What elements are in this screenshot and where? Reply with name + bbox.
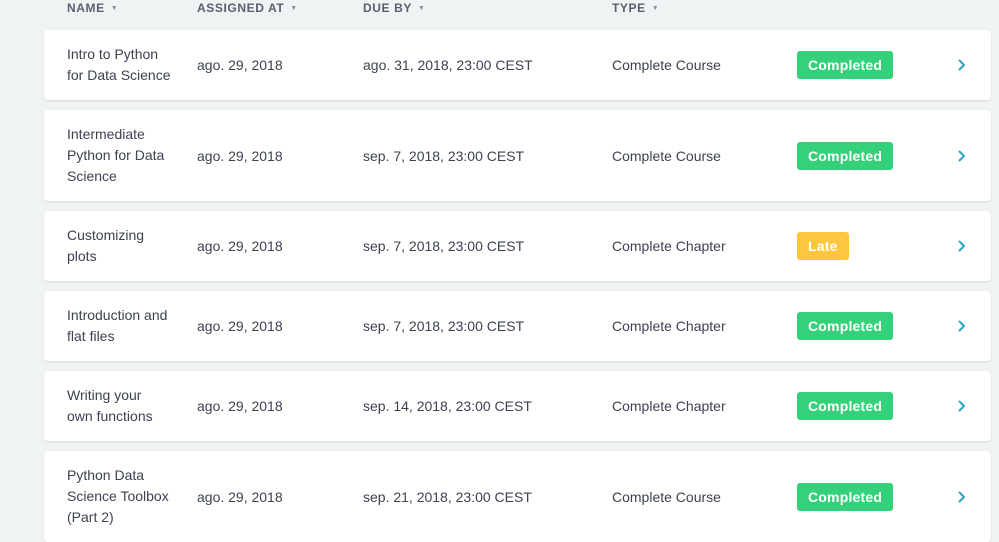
status-cell: Completed bbox=[797, 371, 894, 441]
chevron-right-icon[interactable] bbox=[954, 110, 970, 201]
assignment-name-line: Python Data bbox=[67, 467, 145, 483]
column-header-label: DUE BY bbox=[363, 1, 412, 15]
table-row[interactable]: Writing your own functions ago. 29, 2018 se… bbox=[44, 371, 991, 441]
assignment-name: Introduction and flat files bbox=[67, 291, 185, 361]
due-by-value: sep. 7, 2018, 23:00 CEST bbox=[363, 147, 525, 164]
type-value: Complete Course bbox=[612, 57, 721, 73]
status-badge: Completed bbox=[797, 312, 894, 340]
assignment-name-line: Science Toolbox bbox=[67, 488, 169, 504]
table-row[interactable]: Python Data Science Toolbox (Part 2) ago. 2… bbox=[44, 451, 991, 542]
due-by-value: sep. 7, 2018, 23:00 CEST bbox=[363, 318, 525, 334]
table-row[interactable]: Introduction and flat files ago. 29, 2018 s… bbox=[44, 291, 991, 361]
column-header-type[interactable]: TYPE ▼ bbox=[612, 0, 659, 16]
assignment-name-line: flat files bbox=[67, 328, 115, 344]
assignment-name: Intermediate Python for Data Science bbox=[67, 110, 185, 201]
column-header-label: TYPE bbox=[612, 1, 646, 15]
sort-caret-icon: ▼ bbox=[417, 4, 426, 12]
assignment-name-line: Python for Data bbox=[67, 147, 165, 163]
chevron-right-icon[interactable] bbox=[954, 371, 970, 441]
column-header-due-by[interactable]: DUE BY ▼ bbox=[363, 0, 425, 16]
column-header-label: NAME bbox=[67, 1, 105, 15]
assigned-at-value: ago. 29, 2018 bbox=[197, 398, 283, 414]
assigned-at-value: ago. 29, 2018 bbox=[197, 147, 283, 164]
status-badge: Completed bbox=[797, 141, 894, 170]
sort-caret-icon: ▼ bbox=[110, 4, 119, 12]
status-cell: Completed bbox=[797, 451, 894, 542]
type-value: Complete Chapter bbox=[612, 398, 726, 414]
table-row[interactable]: Intermediate Python for Data Science ago. 2… bbox=[44, 110, 991, 201]
assignment-name-line: Customizing bbox=[67, 227, 145, 243]
type-value: Complete Course bbox=[612, 147, 721, 164]
assignment-name-line: Intro to Python bbox=[67, 46, 159, 62]
assignment-name-line: Introduction and bbox=[67, 307, 168, 323]
assignment-name: Customizing plots bbox=[67, 211, 185, 281]
chevron-right-icon[interactable] bbox=[954, 30, 970, 100]
chevron-right-icon[interactable] bbox=[954, 211, 970, 281]
sort-caret-icon: ▼ bbox=[290, 4, 298, 12]
status-cell: Late bbox=[797, 211, 849, 281]
type-value: Complete Chapter bbox=[612, 318, 726, 334]
assigned-at-value: ago. 29, 2018 bbox=[197, 57, 283, 73]
table-header: NAME ▼ ASSIGNED AT ▼ DUE BY ▼ TYPE ▼ bbox=[0, 0, 999, 22]
assignment-name-line: for Data Science bbox=[67, 67, 171, 83]
assignment-name-line: plots bbox=[67, 248, 97, 264]
chevron-right-icon[interactable] bbox=[954, 451, 970, 542]
chevron-right-icon[interactable] bbox=[954, 291, 970, 361]
assigned-at-value: ago. 29, 2018 bbox=[197, 238, 283, 254]
due-by-value: ago. 31, 2018, 23:00 CEST bbox=[363, 57, 533, 73]
assignment-name-line: Science bbox=[67, 168, 117, 184]
assignment-name-line: own functions bbox=[67, 408, 153, 424]
assigned-at-value: ago. 29, 2018 bbox=[197, 318, 283, 334]
assigned-at-value: ago. 29, 2018 bbox=[197, 488, 283, 505]
table-row[interactable]: Customizing plots ago. 29, 2018 sep. 7, 201… bbox=[44, 211, 991, 281]
due-by-value: sep. 21, 2018, 23:00 CEST bbox=[363, 488, 532, 505]
status-badge: Late bbox=[797, 232, 849, 260]
column-header-name[interactable]: NAME ▼ bbox=[67, 0, 118, 16]
due-by-value: sep. 14, 2018, 23:00 CEST bbox=[363, 398, 532, 414]
table-row[interactable]: Intro to Python for Data Science ago. 29, … bbox=[44, 30, 991, 100]
status-cell: Completed bbox=[797, 110, 894, 201]
status-cell: Completed bbox=[797, 30, 894, 100]
due-by-value: sep. 7, 2018, 23:00 CEST bbox=[363, 238, 525, 254]
status-badge: Completed bbox=[797, 51, 894, 79]
assignment-name-line: Intermediate bbox=[67, 126, 145, 142]
assignment-name: Writing your own functions bbox=[67, 371, 185, 441]
status-badge: Completed bbox=[797, 392, 894, 420]
sort-caret-icon: ▼ bbox=[651, 4, 660, 12]
assignment-name-line: (Part 2) bbox=[67, 509, 114, 525]
status-badge: Completed bbox=[797, 482, 894, 511]
type-value: Complete Course bbox=[612, 488, 721, 505]
column-header-assigned-at[interactable]: ASSIGNED AT ▼ bbox=[197, 0, 298, 16]
column-header-label: ASSIGNED AT bbox=[197, 1, 285, 15]
assignment-name-line: Writing your bbox=[67, 387, 142, 403]
status-cell: Completed bbox=[797, 291, 894, 361]
type-value: Complete Chapter bbox=[612, 238, 726, 254]
assignment-name: Intro to Python for Data Science bbox=[67, 30, 185, 100]
assignment-name: Python Data Science Toolbox (Part 2) bbox=[67, 451, 185, 542]
